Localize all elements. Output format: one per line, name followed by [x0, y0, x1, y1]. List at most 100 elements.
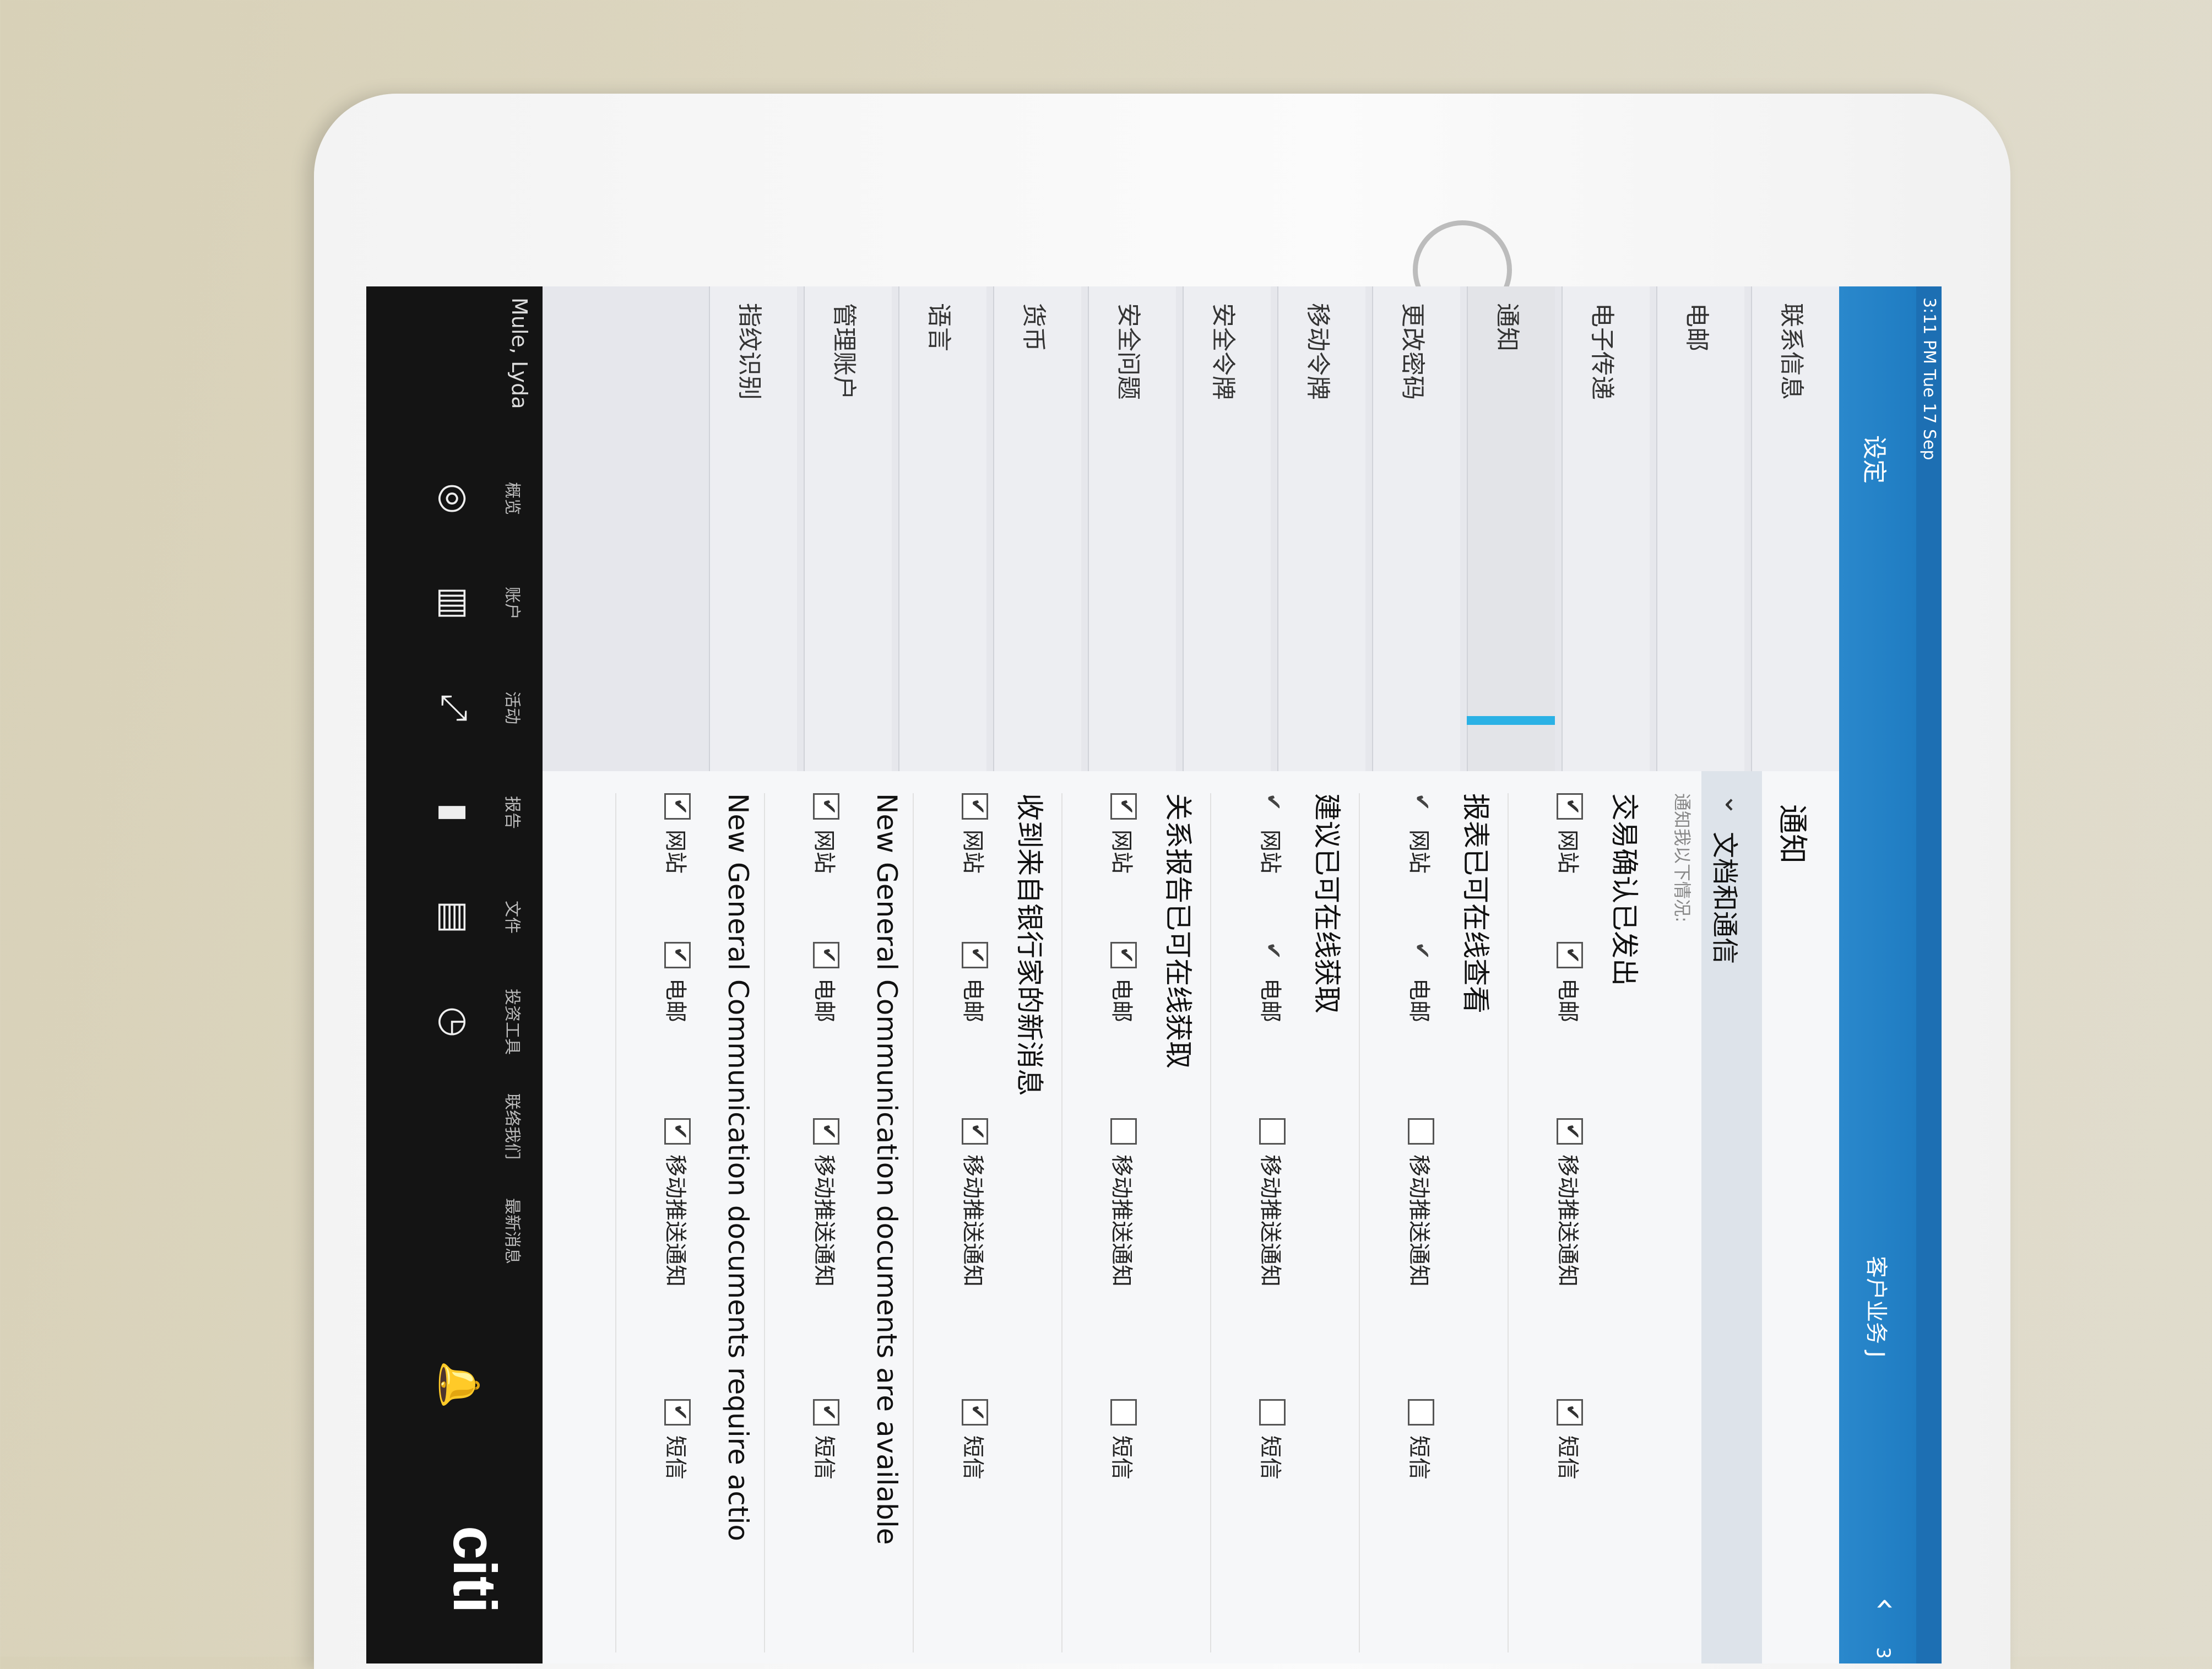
- notification-option[interactable]: 网站: [810, 793, 842, 874]
- checkbox[interactable]: [664, 1118, 691, 1145]
- settings-item-label: 货币: [1020, 303, 1048, 351]
- checkbox[interactable]: [962, 1118, 988, 1145]
- settings-item-label: 安全令牌: [1209, 303, 1237, 400]
- checkbox[interactable]: [813, 793, 839, 820]
- notification-group: 关系报告已可在线获取网站电邮移动推送通知短信: [1061, 793, 1211, 1652]
- option-label: 短信: [960, 1435, 985, 1480]
- checkbox[interactable]: [1110, 1118, 1137, 1145]
- settings-item[interactable]: 货币: [993, 286, 1081, 771]
- settings-item-label: 语言: [925, 303, 953, 351]
- checkbox[interactable]: [813, 1399, 839, 1426]
- notification-option[interactable]: 移动推送通知: [1554, 1118, 1586, 1287]
- checkbox[interactable]: [664, 942, 691, 968]
- option-label: 网站: [1109, 830, 1134, 874]
- settings-item[interactable]: 安全令牌: [1183, 286, 1271, 771]
- settings-item[interactable]: 通知: [1467, 286, 1555, 771]
- notification-option[interactable]: 短信: [1554, 1399, 1586, 1480]
- option-label: 网站: [1555, 830, 1580, 874]
- notification-option[interactable]: ✔ 网站: [1405, 793, 1437, 874]
- settings-item[interactable]: 语言: [898, 286, 986, 771]
- nav-item-label: 投资工具: [502, 989, 522, 1055]
- bell-icon[interactable]: 🔔: [432, 1361, 482, 1410]
- notification-option[interactable]: 网站: [662, 793, 693, 874]
- notification-option[interactable]: 网站: [1554, 793, 1586, 874]
- settings-item[interactable]: 指纹识别: [709, 286, 797, 771]
- notification-option[interactable]: 电邮: [1108, 942, 1140, 1022]
- checkbox[interactable]: [1259, 1399, 1286, 1426]
- back-icon[interactable]: ‹: [1867, 1597, 1905, 1611]
- checkbox[interactable]: [962, 942, 988, 968]
- notification-option[interactable]: 网站: [959, 793, 991, 874]
- checkbox[interactable]: [1110, 942, 1137, 968]
- notification-group: 建议已可在线获取 ✔ 网站 ✔ 电邮 移动推送通知 短信: [1210, 793, 1360, 1652]
- notification-option[interactable]: ✔ 网站: [1256, 793, 1288, 874]
- section-header[interactable]: ⌄ 文档和通信: [1701, 771, 1762, 1663]
- notification-group-title: New General Communication documents requ…: [722, 793, 754, 1541]
- notification-option[interactable]: ✔ 电邮: [1405, 942, 1437, 1022]
- nav-item[interactable]: 最新消息: [366, 1184, 543, 1278]
- notification-option[interactable]: 短信: [1108, 1399, 1140, 1480]
- checkmark-icon[interactable]: ✔: [1261, 793, 1286, 820]
- checkbox[interactable]: [664, 1399, 691, 1426]
- nav-item[interactable]: 联络我们: [366, 1080, 543, 1173]
- checkbox[interactable]: [1110, 1399, 1137, 1426]
- checkbox[interactable]: [1557, 793, 1583, 820]
- option-label: 网站: [1406, 830, 1432, 874]
- settings-item[interactable]: 电邮: [1656, 286, 1744, 771]
- checkmark-icon[interactable]: ✔: [1261, 942, 1286, 968]
- option-label: 短信: [663, 1435, 688, 1480]
- checkbox[interactable]: [1408, 1399, 1434, 1426]
- settings-item-label: 移动令牌: [1304, 303, 1332, 400]
- checkbox[interactable]: [813, 942, 839, 968]
- client-selector[interactable]: 客户业务 J: [1862, 1256, 1894, 1358]
- option-label: 网站: [1257, 830, 1283, 874]
- checkbox[interactable]: [1259, 1118, 1286, 1145]
- notification-option[interactable]: 短信: [1405, 1399, 1437, 1480]
- option-label: 移动推送通知: [1406, 1155, 1432, 1287]
- notification-option[interactable]: 短信: [810, 1399, 842, 1480]
- notification-option[interactable]: 电邮: [1554, 942, 1586, 1022]
- settings-item[interactable]: 联系信息: [1751, 286, 1839, 771]
- option-label: 网站: [811, 830, 837, 874]
- nav-item[interactable]: ◷ 投资工具: [366, 975, 543, 1069]
- checkbox[interactable]: [813, 1118, 839, 1145]
- notification-option[interactable]: 移动推送通知: [1405, 1118, 1437, 1287]
- app-header: 设定 客户业务 J ‹ 3: [1839, 286, 1916, 1663]
- checkmark-icon[interactable]: ✔: [1410, 793, 1434, 820]
- option-label: 移动推送通知: [663, 1155, 688, 1287]
- notification-option[interactable]: 电邮: [810, 942, 842, 1022]
- notification-option[interactable]: 网站: [1108, 793, 1140, 874]
- notification-option[interactable]: 移动推送通知: [1108, 1118, 1140, 1287]
- nav-item[interactable]: ▥ 账户: [366, 556, 543, 650]
- settings-item[interactable]: 电子传递: [1562, 286, 1650, 771]
- checkbox[interactable]: [962, 793, 988, 820]
- checkbox[interactable]: [1557, 1399, 1583, 1426]
- notification-option[interactable]: 电邮: [959, 942, 991, 1022]
- settings-item[interactable]: 安全问题: [1088, 286, 1176, 771]
- notification-option[interactable]: 短信: [662, 1399, 693, 1480]
- notification-option[interactable]: ✔ 电邮: [1256, 942, 1288, 1022]
- checkbox[interactable]: [664, 793, 691, 820]
- notification-option[interactable]: 电邮: [662, 942, 693, 1022]
- checkbox[interactable]: [962, 1399, 988, 1426]
- option-label: 网站: [663, 830, 688, 874]
- notification-option[interactable]: 短信: [1256, 1399, 1288, 1480]
- checkbox[interactable]: [1110, 793, 1137, 820]
- nav-item[interactable]: ▮ 报告: [366, 766, 543, 859]
- nav-item[interactable]: ◎ 概览: [366, 452, 543, 545]
- nav-item[interactable]: ▤ 文件: [366, 870, 543, 964]
- notification-option[interactable]: 移动推送通知: [1256, 1118, 1288, 1287]
- notification-option[interactable]: 移动推送通知: [959, 1118, 991, 1287]
- checkbox[interactable]: [1408, 1118, 1434, 1145]
- notification-option[interactable]: 移动推送通知: [662, 1118, 693, 1287]
- checkmark-icon[interactable]: ✔: [1410, 942, 1434, 968]
- settings-item[interactable]: 更改密码: [1372, 286, 1460, 771]
- settings-item[interactable]: 移动令牌: [1277, 286, 1365, 771]
- nav-item[interactable]: ⤢ 活动: [366, 661, 543, 755]
- checkbox[interactable]: [1557, 1118, 1583, 1145]
- option-label: 网站: [960, 830, 985, 874]
- notification-option[interactable]: 短信: [959, 1399, 991, 1480]
- settings-item[interactable]: 管理账户: [804, 286, 892, 771]
- notification-option[interactable]: 移动推送通知: [810, 1118, 842, 1287]
- checkbox[interactable]: [1557, 942, 1583, 968]
